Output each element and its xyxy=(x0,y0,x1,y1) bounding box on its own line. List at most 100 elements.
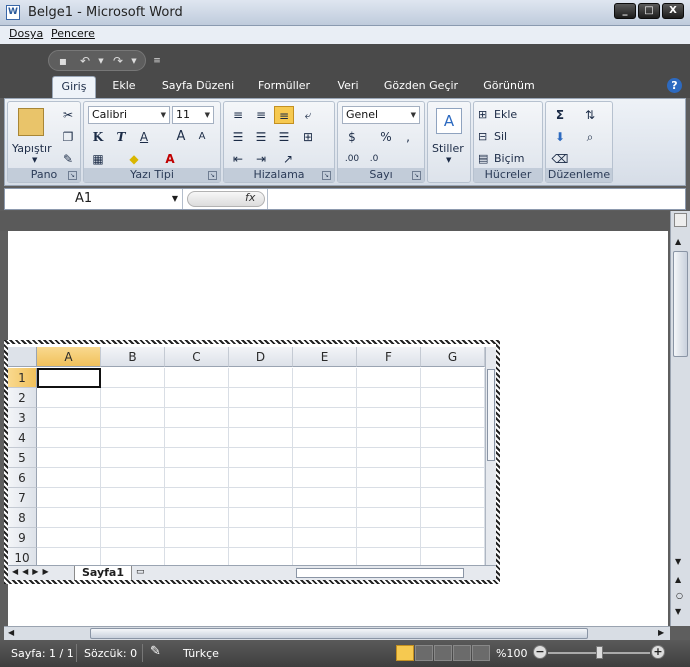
undo-icon[interactable]: ↶ xyxy=(78,54,92,68)
font-name-select[interactable]: Calibri ▼ xyxy=(88,106,170,124)
insert-cells-button[interactable]: Ekle xyxy=(494,108,517,121)
decrease-indent-icon[interactable]: ⇤ xyxy=(228,150,248,168)
split-box-icon[interactable] xyxy=(674,213,687,227)
tab-gozden-gecir[interactable]: Gözden Geçir xyxy=(380,79,462,98)
column-header[interactable]: D xyxy=(229,347,293,367)
menu-window[interactable]: Pencere xyxy=(51,27,95,40)
column-header[interactable]: A xyxy=(37,347,101,367)
word-count[interactable]: Sözcük: 0 xyxy=(84,647,137,660)
next-page-icon[interactable]: ▼ xyxy=(675,607,681,616)
copy-icon[interactable]: ❐ xyxy=(58,128,78,146)
tab-ekle[interactable]: Ekle xyxy=(104,79,144,98)
orientation-icon[interactable]: ↗ xyxy=(278,150,298,168)
outline-view-button[interactable] xyxy=(453,645,471,661)
grow-font-icon[interactable]: A xyxy=(171,128,191,146)
clipboard-launcher-icon[interactable]: ↘ xyxy=(68,171,77,180)
scroll-down-icon[interactable]: ▼ xyxy=(675,557,681,566)
merge-center-icon[interactable]: ⊞ xyxy=(298,128,318,146)
sheet-horizontal-scrollbar[interactable] xyxy=(296,568,464,578)
row-header[interactable]: 3 xyxy=(8,408,37,428)
help-icon[interactable]: ? xyxy=(667,78,682,93)
column-header[interactable]: C xyxy=(165,347,229,367)
column-header[interactable]: B xyxy=(101,347,165,367)
percent-button[interactable]: % xyxy=(376,128,396,146)
web-layout-view-button[interactable] xyxy=(434,645,452,661)
underline-button[interactable]: A xyxy=(134,128,154,146)
horizontal-scrollbar[interactable]: ◀ ▶ xyxy=(4,626,670,640)
delete-cells-button[interactable]: Sil xyxy=(494,130,507,143)
number-launcher-icon[interactable]: ↘ xyxy=(412,171,421,180)
zoom-out-button[interactable]: − xyxy=(533,645,547,659)
styles-button[interactable]: Stiller xyxy=(432,142,464,155)
cut-icon[interactable]: ✂ xyxy=(58,106,78,124)
maximize-button[interactable]: □ xyxy=(638,3,660,19)
increase-indent-icon[interactable]: ⇥ xyxy=(251,150,271,168)
row-header[interactable]: 7 xyxy=(8,488,37,508)
row-header[interactable]: 5 xyxy=(8,448,37,468)
comma-style-icon[interactable]: , xyxy=(398,128,418,146)
fill-color-icon[interactable]: ◆ xyxy=(124,150,144,168)
sheet-tab[interactable]: Sayfa1 xyxy=(74,566,132,580)
formula-input[interactable] xyxy=(267,189,685,209)
zoom-in-button[interactable]: + xyxy=(651,645,665,659)
vertical-scroll-thumb[interactable] xyxy=(673,251,688,357)
currency-icon[interactable]: $ xyxy=(342,128,362,146)
insert-sheet-icon[interactable]: ▭ xyxy=(136,567,145,577)
paste-icon[interactable] xyxy=(18,108,44,136)
font-launcher-icon[interactable]: ↘ xyxy=(208,171,217,180)
sheet-vertical-scrollbar[interactable] xyxy=(485,347,496,565)
wrap-text-icon[interactable]: ⤶ xyxy=(298,106,318,124)
increase-decimal-icon[interactable]: .00 xyxy=(342,150,362,168)
decrease-decimal-icon[interactable]: .0 xyxy=(364,150,384,168)
align-top-icon[interactable]: ≡ xyxy=(228,106,248,124)
clear-icon[interactable]: ⌫ xyxy=(550,150,570,168)
active-cell[interactable] xyxy=(37,368,101,388)
format-painter-icon[interactable]: ✎ xyxy=(58,150,78,168)
tab-formuller[interactable]: Formüller xyxy=(252,79,316,98)
name-box[interactable]: A1 ▼ xyxy=(5,189,183,209)
full-screen-view-button[interactable] xyxy=(415,645,433,661)
row-header[interactable]: 1 xyxy=(8,368,37,388)
embedded-worksheet[interactable]: A B C D E F G 1 2 3 4 5 6 7 8 9 10 ◀◀▶▶ … xyxy=(4,340,500,584)
styles-icon[interactable]: A xyxy=(436,108,462,134)
paste-button[interactable]: Yapıştır xyxy=(12,142,52,155)
zoom-level[interactable]: %100 xyxy=(496,647,527,660)
format-cells-button[interactable]: Biçim xyxy=(494,152,524,165)
select-all-corner[interactable] xyxy=(8,347,37,367)
paste-dropdown-icon[interactable]: ▼ xyxy=(32,156,37,164)
close-button[interactable]: X xyxy=(662,3,684,19)
row-header[interactable]: 6 xyxy=(8,468,37,488)
align-right-icon[interactable]: ☰ xyxy=(274,128,294,146)
column-header[interactable]: F xyxy=(357,347,421,367)
minimize-button[interactable]: _ xyxy=(614,3,636,19)
vertical-scrollbar[interactable]: ▲ ▼ ▲ ○ ▼ xyxy=(670,211,690,626)
row-header[interactable]: 4 xyxy=(8,428,37,448)
menu-file[interactable]: Dosya xyxy=(9,27,43,40)
autosum-icon[interactable]: Σ xyxy=(550,106,570,124)
row-header[interactable]: 2 xyxy=(8,388,37,408)
redo-dropdown-icon[interactable]: ▼ xyxy=(127,54,141,68)
tab-giris[interactable]: Giriş xyxy=(52,76,96,98)
find-select-icon[interactable]: ⌕ xyxy=(580,128,600,146)
horizontal-scroll-thumb[interactable] xyxy=(90,628,588,639)
font-color-icon[interactable]: A xyxy=(160,150,180,168)
align-left-icon[interactable]: ☰ xyxy=(228,128,248,146)
column-header[interactable]: G xyxy=(421,347,485,367)
font-size-select[interactable]: 11 ▼ xyxy=(172,106,214,124)
bold-button[interactable]: K xyxy=(88,128,108,146)
borders-icon[interactable]: ▦ xyxy=(88,150,108,168)
delete-cells-icon[interactable]: ⊟ xyxy=(478,130,487,143)
insert-cells-icon[interactable]: ⊞ xyxy=(478,108,487,121)
insert-function-button[interactable]: fx xyxy=(245,191,255,204)
scroll-right-icon[interactable]: ▶ xyxy=(658,628,664,637)
sort-filter-icon[interactable]: ⇅ xyxy=(580,106,600,124)
italic-button[interactable]: T xyxy=(111,128,131,146)
format-cells-icon[interactable]: ▤ xyxy=(478,152,488,165)
previous-page-icon[interactable]: ▲ xyxy=(675,575,681,584)
column-header[interactable]: E xyxy=(293,347,357,367)
page-count[interactable]: Sayfa: 1 / 1 xyxy=(11,647,74,660)
customize-toolbar-icon[interactable]: ≡ xyxy=(150,54,164,68)
browse-object-icon[interactable]: ○ xyxy=(676,591,683,600)
align-middle-icon[interactable]: ≡ xyxy=(251,106,271,124)
fill-icon[interactable]: ⬇ xyxy=(550,128,570,146)
